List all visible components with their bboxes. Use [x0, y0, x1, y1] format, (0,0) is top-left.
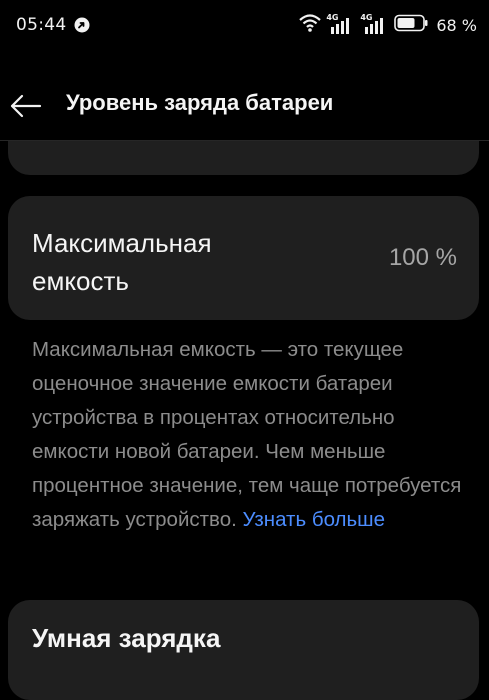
description-text: Максимальная емкость — это текущее оцено…	[32, 338, 462, 531]
status-time: 05:44	[16, 15, 67, 35]
vpn-status-icon	[74, 17, 90, 33]
status-bar: 05:44 4G 4G 68 %	[0, 0, 489, 54]
previous-card-bottom	[8, 141, 479, 175]
status-icons: 4G 4G 68 %	[298, 13, 477, 37]
app-bar: Уровень заряда батареи	[0, 70, 489, 141]
cell-signal-2-icon: 4G	[360, 13, 390, 35]
page-title: Уровень заряда батареи	[66, 90, 334, 115]
max-capacity-description: Максимальная емкость — это текущее оцено…	[32, 333, 472, 537]
back-button[interactable]	[8, 88, 44, 124]
max-capacity-label-line1: Максимальная	[32, 228, 212, 258]
battery-percent: 68 %	[436, 15, 477, 35]
max-capacity-label-line2: емкость	[32, 266, 129, 296]
cell-signal-1-icon: 4G	[326, 13, 356, 35]
max-capacity-value: 100 %	[388, 244, 457, 271]
max-capacity-card: Максимальная емкость 100 %	[8, 196, 479, 320]
max-capacity-label: Максимальная емкость	[32, 224, 292, 300]
battery-icon	[394, 14, 428, 36]
smart-charging-label: Умная зарядка	[32, 623, 221, 653]
wifi-icon	[298, 13, 322, 37]
smart-charging-card[interactable]: Умная зарядка	[8, 600, 479, 700]
back-arrow-icon	[10, 94, 42, 118]
learn-more-link[interactable]: Узнать больше	[243, 508, 386, 531]
